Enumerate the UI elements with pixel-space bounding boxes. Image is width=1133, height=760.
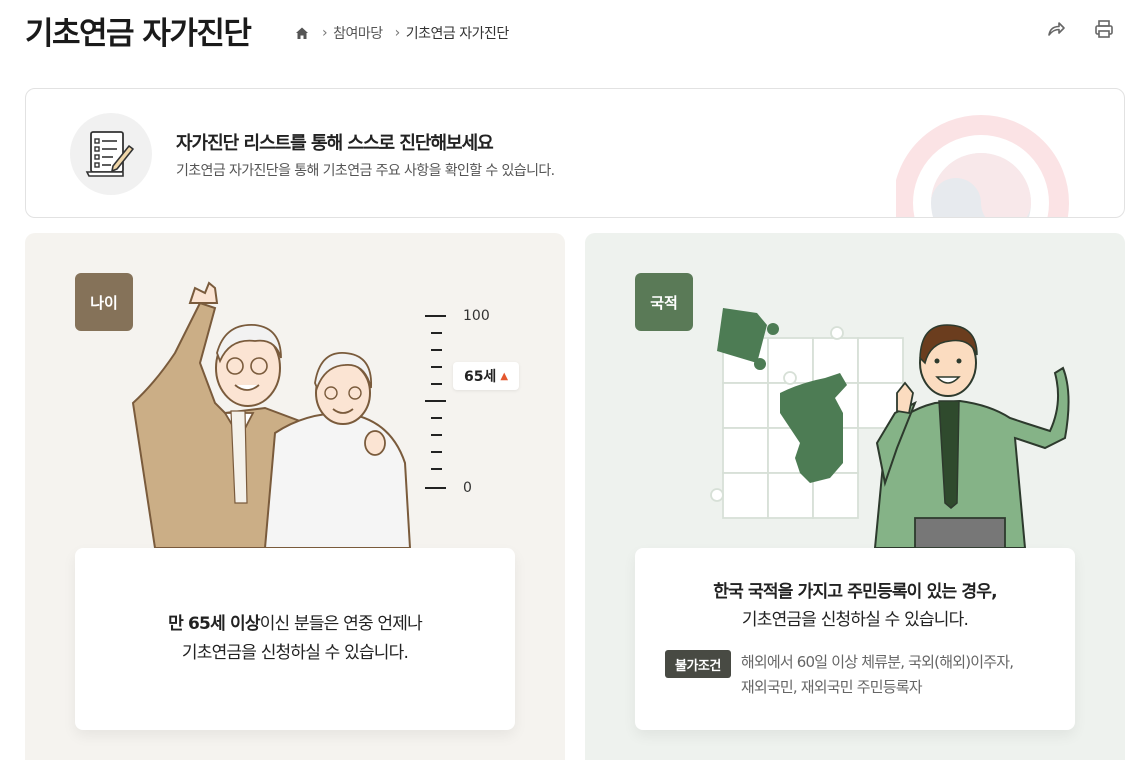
age-marker: 65세 ▲ [453, 362, 519, 390]
chevron-right-icon: › [322, 25, 328, 41]
nationality-info-box: 한국 국적을 가지고 주민등록이 있는 경우, 기초연금을 신청하실 수 있습니… [635, 548, 1075, 730]
nationality-description: 한국 국적을 가지고 주민등록이 있는 경우, 기초연금을 신청하실 수 있습니… [635, 548, 1075, 634]
condition-text: 해외에서 60일 이상 체류분, 국외(해외)이주자, 재외국민, 재외국민 주… [740, 650, 1014, 700]
condition-line2: 재외국민, 재외국민 주민등록자 [740, 678, 923, 696]
intro-title: 자가진단 리스트를 통해 스스로 진단해보세요 [176, 133, 494, 154]
checklist-icon [70, 113, 152, 195]
home-icon[interactable] [294, 25, 310, 41]
nationality-description-line2: 기초연금을 신청하실 수 있습니다. [741, 610, 969, 630]
nationality-card: 국적 한국 국적을 가지고 주민등록이 있는 경우, 기초연금을 신청하실 수 … [585, 233, 1125, 760]
print-icon[interactable] [1093, 18, 1115, 40]
intro-description: 기초연금 자가진단을 통해 기초연금 주요 사항을 확인할 수 있습니다. [176, 163, 555, 179]
ruler-max-label: 100 [463, 308, 490, 324]
breadcrumb-item-participation[interactable]: 참여마당 [333, 23, 383, 43]
ineligibility-conditions: 불가조건 해외에서 60일 이상 체류분, 국외(해외)이주자, 재외국민, 재… [665, 650, 1014, 700]
intro-box: 자가진단 리스트를 통해 스스로 진단해보세요 기초연금 자가진단을 통해 기초… [25, 88, 1125, 218]
triangle-up-icon: ▲ [500, 370, 509, 382]
chevron-right-icon: › [394, 25, 401, 41]
nationality-description-line1: 한국 국적을 가지고 주민등록이 있는 경우, [713, 582, 997, 602]
ruler-min-label: 0 [463, 480, 472, 496]
breadcrumb-item-current: 기초연금 자가진단 [405, 26, 510, 42]
age-card: 나이 100 0 65세 ▲ 만 65세 이상이신 분들은 연중 언제나 기초연… [25, 233, 565, 760]
age-description: 만 65세 이상이신 분들은 연중 언제나 기초연금을 신청하실 수 있습니다. [75, 548, 515, 668]
age-description-rest: 이신 분들은 연중 언제나 [259, 614, 423, 634]
emblem-watermark [896, 115, 1069, 217]
age-marker-label: 65세 [463, 369, 497, 385]
age-description-bold: 만 65세 이상 [168, 614, 260, 634]
share-icon[interactable] [1045, 18, 1067, 40]
age-info-box: 만 65세 이상이신 분들은 연중 언제나 기초연금을 신청하실 수 있습니다. [75, 548, 515, 730]
page-title: 기초연금 자가진단 [25, 16, 252, 52]
page-actions [1045, 18, 1115, 40]
breadcrumb: › 참여마당 › 기초연금 자가진단 [294, 23, 509, 43]
condition-line1: 해외에서 60일 이상 체류분, 국외(해외)이주자, [740, 653, 1014, 671]
nationality-badge: 국적 [635, 273, 693, 331]
age-badge: 나이 [75, 273, 133, 331]
age-description-line2: 기초연금을 신청하실 수 있습니다. [181, 643, 409, 663]
condition-tag: 불가조건 [665, 650, 731, 678]
